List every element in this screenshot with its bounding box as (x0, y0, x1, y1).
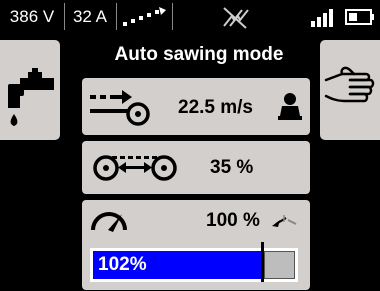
operator-icon (278, 93, 302, 120)
feed-speed-icon (90, 90, 150, 126)
power-row[interactable]: 100 % 102% (82, 200, 310, 290)
voltage-readout: 386 V (9, 6, 55, 26)
manual-mode-button[interactable] (320, 40, 380, 140)
battery-icon (342, 0, 378, 33)
water-tap-icon (8, 68, 54, 126)
traverse-icon (93, 155, 177, 181)
page-title: Auto sawing mode (82, 40, 316, 70)
main-area: 22.5 m/s 35 % 100 % 102% (82, 70, 316, 291)
traverse-value: 35 % (210, 157, 254, 178)
current-cell: 32 A (65, 0, 115, 33)
feed-speed-row[interactable]: 22.5 m/s (82, 78, 310, 135)
power-value: 100 % (206, 210, 260, 231)
cable-link-icon (117, 0, 171, 33)
load-bar: 102% (90, 242, 298, 282)
current-readout: 32 A (72, 6, 108, 26)
status-bar: 386 V 32 A (0, 0, 380, 33)
load-bar-label: 102% (98, 254, 147, 275)
water-tap-button[interactable] (0, 40, 60, 140)
voltage-cell: 386 V (0, 0, 64, 33)
no-wireless-icon (173, 0, 297, 33)
power-gauge-icon (91, 212, 127, 232)
hand-icon (324, 66, 375, 103)
signal-strength-icon (302, 0, 342, 33)
traverse-row[interactable]: 35 % (82, 141, 310, 194)
feed-speed-value: 22.5 m/s (178, 97, 253, 118)
load-bar-marker (261, 242, 264, 282)
trend-icon (272, 215, 297, 227)
load-bar-remaining (264, 251, 295, 279)
